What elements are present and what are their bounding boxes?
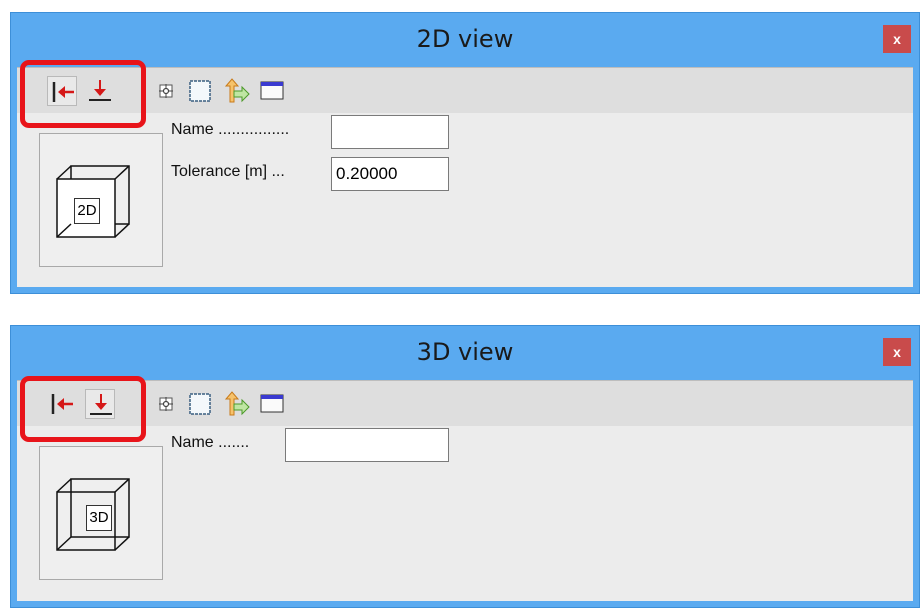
properties-panel: 2D Name ................ Tolerance [m] .… [17, 113, 913, 287]
highlight-box [20, 376, 146, 442]
window-title: 2D view [416, 25, 514, 53]
name-label: Name ................ [171, 121, 290, 138]
name-field[interactable] [285, 428, 449, 462]
preview-label: 2D [74, 198, 100, 224]
toolbar [17, 67, 913, 115]
toolbar [17, 380, 913, 428]
title-bar[interactable]: 2D view x [11, 13, 919, 67]
window-button[interactable] [257, 389, 287, 419]
tolerance-label: Tolerance [m] ... [171, 163, 285, 180]
window-3d-view: 3D view x 3D Name ....... [10, 325, 920, 608]
export-button[interactable] [221, 389, 251, 419]
name-label: Name ....... [171, 434, 250, 451]
title-bar[interactable]: 3D view x [11, 326, 919, 380]
snap-point-icon [159, 84, 173, 98]
preview-label: 3D [86, 505, 112, 531]
close-button[interactable]: x [883, 25, 911, 53]
window-2d-view: 2D view x 2D Name ................ Toler… [10, 12, 920, 294]
export-button[interactable] [221, 76, 251, 106]
view-preview: 2D [39, 133, 163, 267]
window-title: 3D view [416, 338, 514, 366]
window-icon [260, 394, 284, 413]
name-field[interactable] [331, 115, 449, 149]
cube-2d-icon [56, 165, 130, 238]
close-button[interactable]: x [883, 338, 911, 366]
properties-panel: 3D Name ....... [17, 426, 913, 601]
snap-point-button[interactable] [151, 389, 181, 419]
snap-point-button[interactable] [151, 76, 181, 106]
window-button[interactable] [257, 76, 287, 106]
frame-button[interactable] [185, 389, 215, 419]
export-arrow-icon [224, 78, 250, 103]
window-icon [260, 81, 284, 100]
tolerance-field[interactable] [331, 157, 449, 191]
highlight-box [20, 60, 146, 128]
frame-icon [189, 80, 211, 102]
export-arrow-icon [224, 391, 250, 416]
view-preview: 3D [39, 446, 163, 580]
frame-icon [189, 393, 211, 415]
snap-point-icon [159, 397, 173, 411]
frame-button[interactable] [185, 76, 215, 106]
